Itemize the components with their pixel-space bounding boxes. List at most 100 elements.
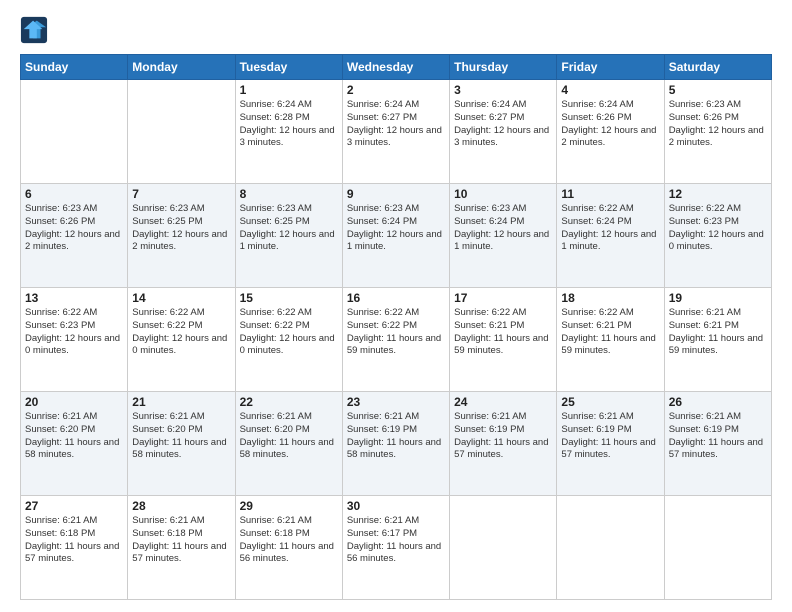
calendar-week-row: 27 Sunrise: 6:21 AM Sunset: 6:18 PM Dayli… [21, 496, 772, 600]
day-detail: Sunrise: 6:21 AM Sunset: 6:20 PM Dayligh… [25, 411, 123, 462]
calendar-cell: 6 Sunrise: 6:23 AM Sunset: 6:26 PM Daylig… [21, 184, 128, 288]
day-detail: Sunrise: 6:22 AM Sunset: 6:22 PM Dayligh… [347, 307, 445, 358]
day-number: 24 [454, 395, 552, 409]
day-number: 8 [240, 187, 338, 201]
day-number: 16 [347, 291, 445, 305]
day-number: 5 [669, 83, 767, 97]
calendar-header-row: SundayMondayTuesdayWednesdayThursdayFrid… [21, 55, 772, 80]
logo-icon [20, 16, 48, 44]
day-detail: Sunrise: 6:23 AM Sunset: 6:26 PM Dayligh… [669, 99, 767, 150]
day-number: 1 [240, 83, 338, 97]
calendar-cell: 13 Sunrise: 6:22 AM Sunset: 6:23 PM Dayli… [21, 288, 128, 392]
calendar-week-row: 13 Sunrise: 6:22 AM Sunset: 6:23 PM Dayli… [21, 288, 772, 392]
calendar-cell: 18 Sunrise: 6:22 AM Sunset: 6:21 PM Dayli… [557, 288, 664, 392]
day-detail: Sunrise: 6:22 AM Sunset: 6:21 PM Dayligh… [454, 307, 552, 358]
day-detail: Sunrise: 6:23 AM Sunset: 6:25 PM Dayligh… [132, 203, 230, 254]
day-detail: Sunrise: 6:23 AM Sunset: 6:25 PM Dayligh… [240, 203, 338, 254]
day-detail: Sunrise: 6:21 AM Sunset: 6:19 PM Dayligh… [347, 411, 445, 462]
day-number: 3 [454, 83, 552, 97]
calendar-cell: 17 Sunrise: 6:22 AM Sunset: 6:21 PM Dayli… [450, 288, 557, 392]
day-number: 28 [132, 499, 230, 513]
day-detail: Sunrise: 6:23 AM Sunset: 6:24 PM Dayligh… [347, 203, 445, 254]
calendar-cell: 11Sunrise: 6:22 AM Sunset: 6:24 PM Dayli… [557, 184, 664, 288]
day-header-wednesday: Wednesday [342, 55, 449, 80]
day-detail: Sunrise: 6:21 AM Sunset: 6:19 PM Dayligh… [454, 411, 552, 462]
day-detail: Sunrise: 6:21 AM Sunset: 6:19 PM Dayligh… [561, 411, 659, 462]
day-number: 26 [669, 395, 767, 409]
day-detail: Sunrise: 6:22 AM Sunset: 6:22 PM Dayligh… [240, 307, 338, 358]
day-number: 14 [132, 291, 230, 305]
day-header-saturday: Saturday [664, 55, 771, 80]
day-number: 7 [132, 187, 230, 201]
day-detail: Sunrise: 6:22 AM Sunset: 6:23 PM Dayligh… [25, 307, 123, 358]
day-detail: Sunrise: 6:21 AM Sunset: 6:21 PM Dayligh… [669, 307, 767, 358]
calendar-cell: 20Sunrise: 6:21 AM Sunset: 6:20 PM Dayli… [21, 392, 128, 496]
day-detail: Sunrise: 6:22 AM Sunset: 6:21 PM Dayligh… [561, 307, 659, 358]
day-header-monday: Monday [128, 55, 235, 80]
calendar-cell [664, 496, 771, 600]
calendar-cell: 1 Sunrise: 6:24 AM Sunset: 6:28 PM Daylig… [235, 80, 342, 184]
calendar-cell: 9Sunrise: 6:23 AM Sunset: 6:24 PM Daylig… [342, 184, 449, 288]
calendar-cell: 30 Sunrise: 6:21 AM Sunset: 6:17 PM Dayli… [342, 496, 449, 600]
day-detail: Sunrise: 6:21 AM Sunset: 6:20 PM Dayligh… [240, 411, 338, 462]
day-header-friday: Friday [557, 55, 664, 80]
day-detail: Sunrise: 6:21 AM Sunset: 6:18 PM Dayligh… [132, 515, 230, 566]
day-number: 6 [25, 187, 123, 201]
calendar-cell: 25Sunrise: 6:21 AM Sunset: 6:19 PM Dayli… [557, 392, 664, 496]
day-detail: Sunrise: 6:24 AM Sunset: 6:26 PM Dayligh… [561, 99, 659, 150]
day-number: 13 [25, 291, 123, 305]
day-detail: Sunrise: 6:24 AM Sunset: 6:27 PM Dayligh… [347, 99, 445, 150]
day-number: 12 [669, 187, 767, 201]
calendar-cell: 16 Sunrise: 6:22 AM Sunset: 6:22 PM Dayli… [342, 288, 449, 392]
day-number: 23 [347, 395, 445, 409]
page: SundayMondayTuesdayWednesdayThursdayFrid… [0, 0, 792, 612]
calendar-cell: 23 Sunrise: 6:21 AM Sunset: 6:19 PM Dayli… [342, 392, 449, 496]
day-header-tuesday: Tuesday [235, 55, 342, 80]
calendar-table: SundayMondayTuesdayWednesdayThursdayFrid… [20, 54, 772, 600]
calendar-cell: 12 Sunrise: 6:22 AM Sunset: 6:23 PM Dayli… [664, 184, 771, 288]
day-number: 17 [454, 291, 552, 305]
day-detail: Sunrise: 6:22 AM Sunset: 6:23 PM Dayligh… [669, 203, 767, 254]
calendar-cell: 26Sunrise: 6:21 AM Sunset: 6:19 PM Dayli… [664, 392, 771, 496]
day-number: 4 [561, 83, 659, 97]
day-number: 15 [240, 291, 338, 305]
day-number: 27 [25, 499, 123, 513]
calendar-week-row: 1 Sunrise: 6:24 AM Sunset: 6:28 PM Daylig… [21, 80, 772, 184]
header [20, 16, 772, 44]
day-number: 18 [561, 291, 659, 305]
day-detail: Sunrise: 6:22 AM Sunset: 6:22 PM Dayligh… [132, 307, 230, 358]
day-detail: Sunrise: 6:24 AM Sunset: 6:28 PM Dayligh… [240, 99, 338, 150]
calendar-cell: 8 Sunrise: 6:23 AM Sunset: 6:25 PM Daylig… [235, 184, 342, 288]
day-detail: Sunrise: 6:23 AM Sunset: 6:24 PM Dayligh… [454, 203, 552, 254]
day-detail: Sunrise: 6:21 AM Sunset: 6:17 PM Dayligh… [347, 515, 445, 566]
day-header-thursday: Thursday [450, 55, 557, 80]
day-number: 30 [347, 499, 445, 513]
calendar-cell: 19Sunrise: 6:21 AM Sunset: 6:21 PM Dayli… [664, 288, 771, 392]
calendar-cell: 10 Sunrise: 6:23 AM Sunset: 6:24 PM Dayli… [450, 184, 557, 288]
logo [20, 16, 50, 44]
calendar-week-row: 6 Sunrise: 6:23 AM Sunset: 6:26 PM Daylig… [21, 184, 772, 288]
day-detail: Sunrise: 6:21 AM Sunset: 6:18 PM Dayligh… [240, 515, 338, 566]
calendar-cell [450, 496, 557, 600]
calendar-cell: 4 Sunrise: 6:24 AM Sunset: 6:26 PM Daylig… [557, 80, 664, 184]
day-detail: Sunrise: 6:24 AM Sunset: 6:27 PM Dayligh… [454, 99, 552, 150]
calendar-cell [557, 496, 664, 600]
day-detail: Sunrise: 6:22 AM Sunset: 6:24 PM Dayligh… [561, 203, 659, 254]
day-header-sunday: Sunday [21, 55, 128, 80]
calendar-cell: 14 Sunrise: 6:22 AM Sunset: 6:22 PM Dayli… [128, 288, 235, 392]
day-number: 2 [347, 83, 445, 97]
day-number: 29 [240, 499, 338, 513]
calendar-cell: 24 Sunrise: 6:21 AM Sunset: 6:19 PM Dayli… [450, 392, 557, 496]
day-detail: Sunrise: 6:21 AM Sunset: 6:20 PM Dayligh… [132, 411, 230, 462]
calendar-cell: 5 Sunrise: 6:23 AM Sunset: 6:26 PM Daylig… [664, 80, 771, 184]
day-number: 22 [240, 395, 338, 409]
day-detail: Sunrise: 6:23 AM Sunset: 6:26 PM Dayligh… [25, 203, 123, 254]
day-detail: Sunrise: 6:21 AM Sunset: 6:18 PM Dayligh… [25, 515, 123, 566]
calendar-cell: 22 Sunrise: 6:21 AM Sunset: 6:20 PM Dayli… [235, 392, 342, 496]
day-number: 10 [454, 187, 552, 201]
day-number: 21 [132, 395, 230, 409]
calendar-cell [128, 80, 235, 184]
calendar-cell: 29 Sunrise: 6:21 AM Sunset: 6:18 PM Dayli… [235, 496, 342, 600]
calendar-cell: 7 Sunrise: 6:23 AM Sunset: 6:25 PM Daylig… [128, 184, 235, 288]
calendar-cell: 27 Sunrise: 6:21 AM Sunset: 6:18 PM Dayli… [21, 496, 128, 600]
